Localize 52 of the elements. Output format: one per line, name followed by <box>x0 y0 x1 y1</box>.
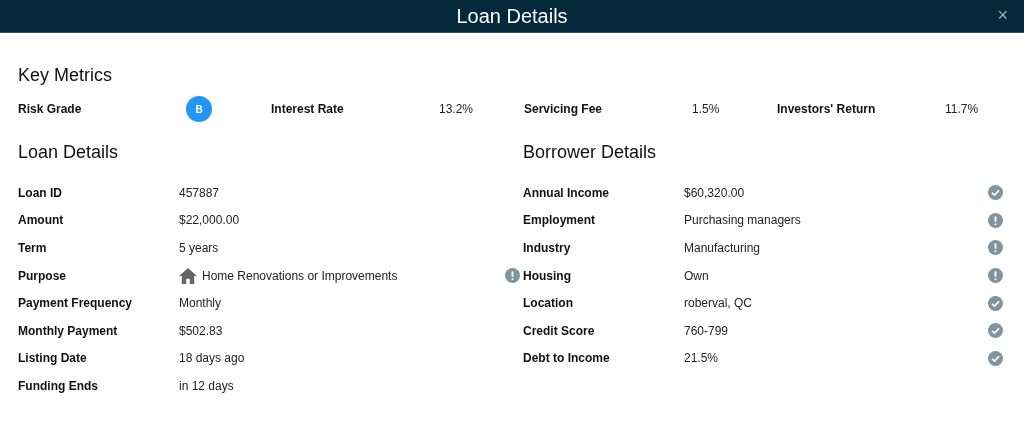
metric-label: Servicing Fee <box>524 102 604 116</box>
window-title: Loan Details <box>456 4 568 28</box>
section-heading: Borrower Details <box>523 142 658 163</box>
field-value: 18 days ago <box>179 351 245 366</box>
field-label: Housing <box>523 268 572 283</box>
field-label: Listing Date <box>18 351 88 366</box>
field-label: Industry <box>523 241 572 255</box>
check-icon <box>988 350 1003 366</box>
field-label: Payment Frequency <box>18 296 134 311</box>
field-value: roberval, QC <box>684 296 753 311</box>
field-label: Purpose <box>18 268 67 283</box>
field-value: Purchasing managers <box>684 213 801 228</box>
metric-label: Risk Grade <box>18 102 83 116</box>
metric-value: 1.5% <box>692 102 720 116</box>
metric-label: Interest Rate <box>271 102 345 116</box>
field-value: 21.5% <box>684 351 719 366</box>
field-label: Credit Score <box>523 323 596 338</box>
section-heading: Loan Details <box>18 142 120 163</box>
field-value: 457887 <box>179 185 220 200</box>
alert-icon <box>988 212 1003 228</box>
close-button[interactable]: × <box>995 5 1010 26</box>
field-label: Amount <box>18 213 65 228</box>
field-label: Employment <box>523 213 596 228</box>
alert-icon <box>505 268 520 284</box>
field-label: Annual Income <box>523 185 610 200</box>
field-value: $502.83 <box>179 323 223 338</box>
field-label: Term <box>18 241 48 255</box>
check-icon <box>988 185 1003 201</box>
field-label: Funding Ends <box>18 378 99 393</box>
field-value: Manufacturing <box>684 241 761 255</box>
field-label: Monthly Payment <box>18 323 119 338</box>
alert-icon <box>988 268 1003 284</box>
house-icon <box>179 267 197 284</box>
check-icon <box>988 323 1003 339</box>
section-heading: Key Metrics <box>18 65 114 86</box>
metric-value: 11.7% <box>945 102 979 116</box>
field-value: 760-799 <box>684 323 729 338</box>
grade-badge: B <box>186 96 212 122</box>
alert-icon <box>988 240 1003 256</box>
field-value: Home Renovations or Improvements <box>202 268 398 283</box>
check-icon <box>988 295 1003 311</box>
field-value: $60,320.00 <box>684 185 745 200</box>
field-label: Debt to Income <box>523 351 611 366</box>
field-value: $22,000.00 <box>179 213 240 228</box>
metric-label: Investors' Return <box>777 102 877 116</box>
metric-value: 13.2% <box>439 102 474 116</box>
field-value: in 12 days <box>179 378 234 393</box>
field-value: Monthly <box>179 296 222 311</box>
field-value: Own <box>684 268 709 283</box>
field-label: Loan ID <box>18 185 63 200</box>
field-label: Location <box>523 296 574 311</box>
field-value: 5 years <box>179 241 219 255</box>
